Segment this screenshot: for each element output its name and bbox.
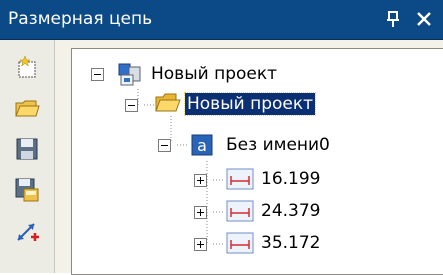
tree-node-chain-label[interactable]: Без имени0 (226, 135, 330, 155)
save-as-button[interactable] (14, 177, 40, 203)
add-link-icon (17, 223, 39, 241)
close-button[interactable] (413, 8, 435, 30)
dimension-icon (226, 168, 254, 195)
plus-icon (194, 238, 207, 251)
new-project-icon (18, 55, 36, 78)
minus-icon (125, 99, 138, 112)
panel-title-bar: Размерная цепь (0, 0, 443, 40)
save-as-icon (15, 178, 39, 202)
project-tree[interactable]: Новый проект Новый проект a Без имени0 1… (71, 48, 443, 275)
expander-chain[interactable] (158, 139, 171, 152)
expander-root[interactable] (91, 68, 104, 81)
pin-button[interactable] (383, 8, 405, 30)
project-icon (117, 61, 143, 92)
panel-title: Размерная цепь (8, 9, 153, 29)
vertical-toolbar (0, 40, 55, 273)
dimension-icon (226, 200, 254, 227)
expander-dim-1[interactable] (194, 174, 207, 187)
dimension-chain-icon: a (191, 134, 213, 161)
open-folder-icon (15, 100, 40, 117)
save-icon (16, 138, 38, 160)
plus-icon (194, 206, 207, 219)
dimension-icon (226, 232, 254, 259)
new-project-button[interactable] (14, 54, 40, 80)
expander-folder[interactable] (125, 99, 138, 112)
tree-node-folder-label[interactable]: Новый проект (183, 92, 317, 116)
open-button[interactable] (14, 95, 40, 121)
expander-dim-2[interactable] (194, 206, 207, 219)
minus-icon (158, 139, 171, 152)
svg-text:a: a (197, 136, 207, 155)
pin-icon (387, 11, 399, 27)
tree-node-dim-1-label[interactable]: 16.199 (261, 169, 320, 189)
expander-dim-3[interactable] (194, 238, 207, 251)
tree-node-dim-3-label[interactable]: 35.172 (261, 233, 320, 253)
tree-node-dim-2-label[interactable]: 24.379 (261, 201, 320, 221)
plus-icon (194, 174, 207, 187)
add-link-button[interactable] (14, 218, 40, 244)
save-button[interactable] (14, 136, 40, 162)
tree-node-root-label[interactable]: Новый проект (151, 64, 277, 84)
close-icon (417, 12, 431, 26)
minus-icon (91, 68, 104, 81)
folder-icon (155, 91, 181, 120)
